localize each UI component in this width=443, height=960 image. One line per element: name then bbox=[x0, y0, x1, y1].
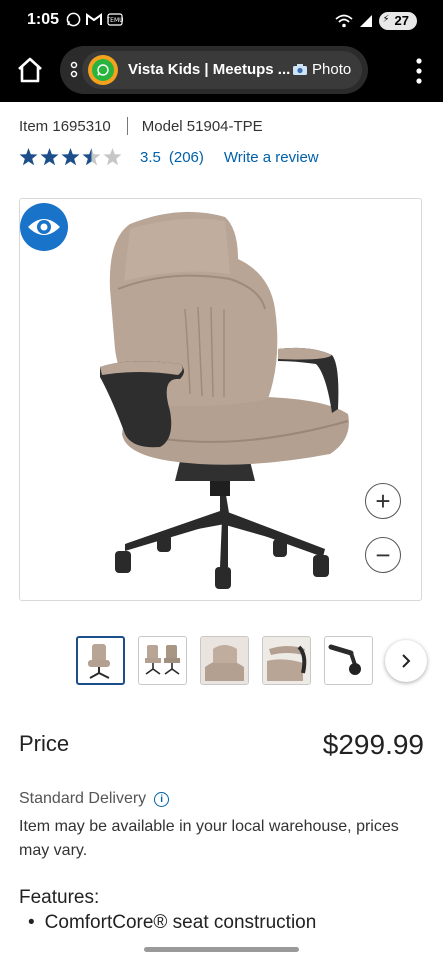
whatsapp-badge-icon bbox=[88, 55, 118, 85]
temu-icon: TEMU bbox=[107, 13, 123, 26]
office-chair-image bbox=[100, 211, 349, 589]
star-rating[interactable] bbox=[19, 148, 122, 166]
write-review-link[interactable]: Write a review bbox=[224, 149, 319, 166]
star-icon bbox=[19, 148, 38, 166]
home-icon[interactable] bbox=[14, 54, 46, 86]
star-icon bbox=[40, 148, 59, 166]
notification-icons: TEMU bbox=[66, 12, 123, 27]
thumbnail-seat-detail-image bbox=[201, 637, 248, 684]
whatsapp-icon bbox=[66, 12, 81, 27]
zoom-in-button[interactable]: + bbox=[365, 483, 401, 519]
battery-icon: 27 bbox=[378, 12, 417, 30]
model-number: 51904-TPE bbox=[186, 117, 263, 135]
divider bbox=[126, 117, 128, 135]
thumbnail-3[interactable] bbox=[200, 636, 249, 685]
product-image-viewer[interactable]: + − bbox=[19, 198, 422, 601]
browser-toolbar: Vista Kids | Meetups ... Photo bbox=[0, 40, 443, 102]
thumbnail-4[interactable] bbox=[262, 636, 311, 685]
thumbnail-chair-image bbox=[88, 644, 110, 679]
zoom-out-button[interactable]: − bbox=[365, 537, 401, 573]
price-label: Price bbox=[19, 731, 70, 756]
item-label: Item bbox=[19, 117, 49, 135]
photo-label: Photo bbox=[312, 61, 352, 78]
site-settings-icon[interactable] bbox=[70, 61, 78, 79]
status-time: 1:05 bbox=[27, 11, 60, 28]
features-title: Features: bbox=[19, 887, 100, 908]
half-star-icon bbox=[82, 148, 101, 166]
delivery-line: Standard Delivery i bbox=[19, 790, 170, 808]
features-list: ComfortCore® seat construction bbox=[28, 912, 317, 934]
gesture-home-indicator[interactable] bbox=[144, 947, 299, 952]
camera-icon bbox=[293, 64, 307, 75]
thumbnail-2[interactable] bbox=[138, 636, 187, 685]
empty-star-icon bbox=[103, 148, 122, 166]
info-icon[interactable]: i bbox=[154, 791, 170, 807]
thumbnail-caster-image bbox=[328, 644, 361, 675]
signal-icon bbox=[359, 15, 372, 27]
tab-title: Vista Kids | Meetups ... bbox=[128, 61, 291, 78]
rating-value[interactable]: 3.5 bbox=[140, 149, 161, 166]
price-value: $299.99 bbox=[322, 729, 424, 760]
star-icon bbox=[61, 148, 80, 166]
rating-row: 3.5 (206) Write a review bbox=[19, 148, 319, 166]
thumbnail-armrest-image bbox=[263, 637, 310, 684]
chevron-right-icon bbox=[402, 654, 411, 668]
availability-note: Item may be available in your local ware… bbox=[19, 818, 399, 859]
thumbnail-two-chairs-image bbox=[145, 645, 180, 675]
chair-base bbox=[115, 461, 329, 589]
status-bar: 1:05 TEMU 27 bbox=[0, 0, 443, 40]
photo-chip[interactable]: Photo bbox=[292, 61, 351, 78]
gmail-icon bbox=[86, 13, 102, 25]
address-bar[interactable]: Vista Kids | Meetups ... Photo bbox=[60, 46, 368, 94]
model-label: Model bbox=[141, 117, 183, 135]
more-menu-icon[interactable] bbox=[415, 57, 423, 85]
thumbnail-1[interactable] bbox=[76, 636, 125, 685]
delivery-label: Standard Delivery bbox=[19, 790, 147, 807]
item-model-line: Item 1695310 Model 51904-TPE bbox=[19, 117, 263, 135]
system-icons: 27 bbox=[334, 12, 417, 30]
thumbnail-strip bbox=[76, 636, 373, 685]
review-count[interactable]: (206) bbox=[169, 149, 204, 166]
wifi-icon bbox=[334, 14, 353, 28]
svg-text:TEMU: TEMU bbox=[107, 17, 123, 24]
thumbnail-5[interactable] bbox=[324, 636, 373, 685]
thumbnail-next-button[interactable] bbox=[385, 640, 427, 682]
feature-item: ComfortCore® seat construction bbox=[28, 912, 317, 934]
item-number: 1695310 bbox=[52, 117, 111, 135]
tab-chip[interactable]: Vista Kids | Meetups ... Photo bbox=[82, 51, 362, 89]
